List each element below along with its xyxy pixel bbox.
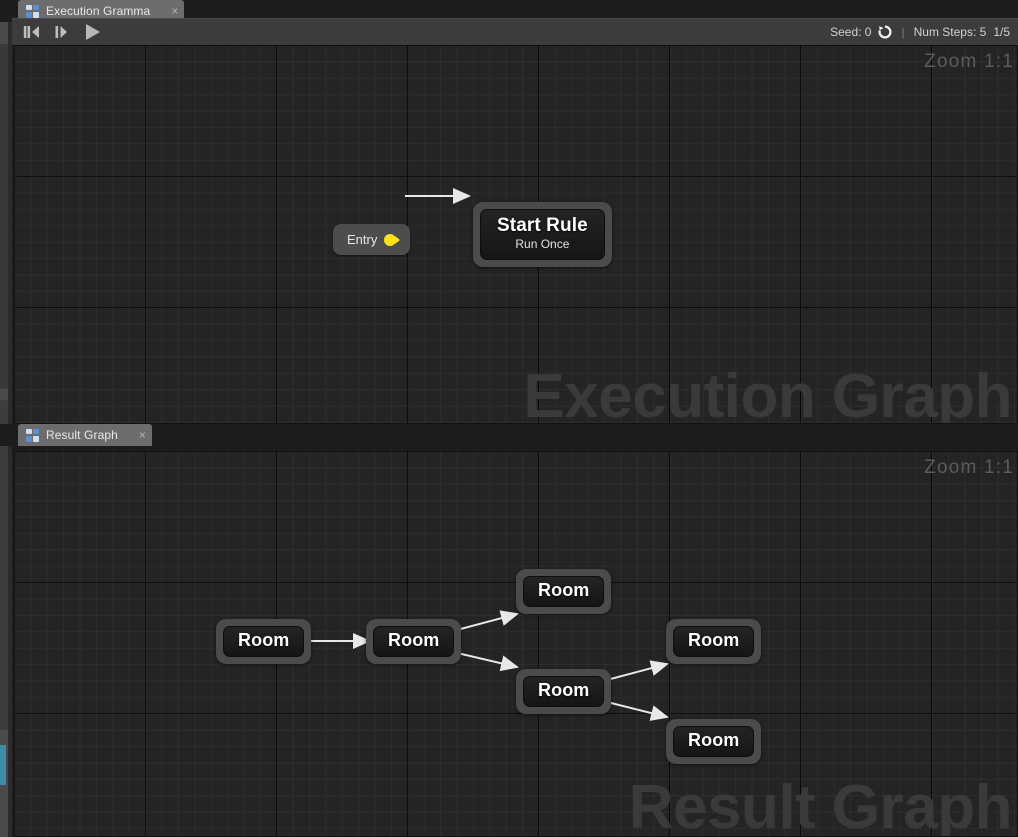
graph-grid-icon bbox=[26, 4, 39, 18]
result-graph-canvas[interactable]: Zoom 1:1 Room Room Room Room Room Room R… bbox=[14, 451, 1018, 837]
refresh-icon[interactable] bbox=[878, 25, 892, 39]
result-graph-panel: Result Graph × Zoom 1:1 Room Room Room R… bbox=[0, 424, 1018, 837]
tab-label: Result Graph bbox=[46, 428, 118, 442]
node-start-rule-subtitle: Run Once bbox=[515, 236, 570, 251]
graph-grid-icon bbox=[26, 428, 39, 442]
wire-room2-room3 bbox=[452, 610, 519, 632]
node-room-title: Room bbox=[238, 630, 290, 650]
node-start-rule-body: Start Rule Run Once bbox=[480, 209, 605, 260]
node-room-2[interactable]: Room bbox=[366, 619, 462, 664]
execution-grammar-panel: Execution Gramma × Seed: 0 | Num Steps: … bbox=[0, 0, 1018, 424]
seed-label: Seed: 0 bbox=[830, 25, 872, 39]
play-icon bbox=[86, 24, 100, 40]
node-entry-label: Entry bbox=[347, 232, 378, 247]
exec-output-pin[interactable] bbox=[384, 233, 401, 246]
unreal-graph-editor-window: Execution Gramma × Seed: 0 | Num Steps: … bbox=[0, 0, 1018, 837]
wire-room4-room5 bbox=[602, 660, 669, 682]
node-room-title: Room bbox=[538, 580, 590, 600]
node-room-1[interactable]: Room bbox=[216, 619, 312, 664]
node-room-5[interactable]: Room bbox=[666, 619, 762, 664]
node-room-3[interactable]: Room bbox=[516, 569, 612, 614]
node-room-4[interactable]: Room bbox=[516, 669, 612, 714]
tab-result-graph[interactable]: Result Graph × bbox=[18, 424, 152, 446]
result-graph-watermark: Result Graph bbox=[628, 773, 1013, 837]
result-tabstrip: Result Graph × bbox=[0, 424, 1018, 446]
play-button[interactable] bbox=[80, 20, 106, 44]
step-back-button[interactable] bbox=[20, 20, 46, 44]
close-icon[interactable]: × bbox=[139, 429, 146, 441]
wire-room2-room4 bbox=[452, 651, 519, 672]
wire-room4-room6 bbox=[602, 700, 669, 721]
node-room-title: Room bbox=[688, 630, 740, 650]
tab-label: Execution Gramma bbox=[46, 4, 151, 18]
node-start-rule-title: Start Rule bbox=[497, 215, 588, 236]
node-room-title: Room bbox=[538, 680, 590, 700]
step-forward-button[interactable] bbox=[50, 20, 76, 44]
zoom-level-label: Zoom 1:1 bbox=[924, 457, 1014, 478]
execution-graph-watermark: Execution Graph bbox=[523, 362, 1012, 424]
execution-graph-canvas[interactable]: Zoom 1:1 Entry Start Rule Run Once Execu… bbox=[14, 45, 1018, 424]
node-room-title: Room bbox=[388, 630, 440, 650]
node-start-rule[interactable]: Start Rule Run Once bbox=[473, 202, 612, 267]
num-steps-label: Num Steps: 5 bbox=[913, 25, 987, 39]
step-counter: 1/5 bbox=[993, 25, 1010, 39]
step-backward-icon bbox=[23, 26, 39, 38]
close-icon[interactable]: × bbox=[171, 5, 178, 17]
node-room-6[interactable]: Room bbox=[666, 719, 762, 764]
step-forward-icon bbox=[55, 26, 67, 38]
zoom-level-label: Zoom 1:1 bbox=[924, 51, 1014, 72]
node-room-title: Room bbox=[688, 730, 740, 750]
execution-toolbar: Seed: 0 | Num Steps: 5 1/5 bbox=[12, 18, 1018, 45]
node-entry[interactable]: Entry bbox=[333, 224, 411, 255]
toolbar-separator: | bbox=[901, 25, 905, 39]
